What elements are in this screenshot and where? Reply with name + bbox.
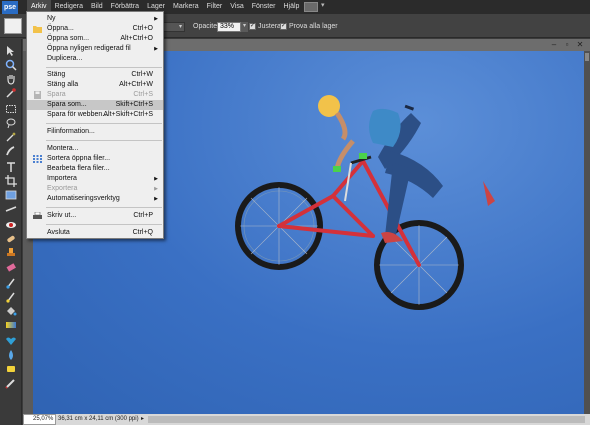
menu-separator xyxy=(46,123,162,124)
status-bar: 25,07% 36,31 cm x 24,11 cm (300 ppi) ▸ xyxy=(23,414,590,425)
menu-item-spara-som[interactable]: Spara som... Skift+Ctrl+S xyxy=(27,100,163,110)
file-menu-dropdown: Ny ▶ Öppna... Ctrl+O Öppna som... Alt+Ct… xyxy=(26,11,164,239)
menu-markera[interactable]: Markera xyxy=(169,0,203,14)
tool-preset-picker[interactable] xyxy=(4,18,22,34)
opacity-dropdown-arrow[interactable]: ▾ xyxy=(241,22,248,32)
menu-hjalp[interactable]: Hjälp xyxy=(279,0,303,14)
submenu-arrow-icon: ▶ xyxy=(154,16,158,22)
eraser-tool-icon[interactable] xyxy=(4,260,18,273)
menu-item-bearbeta[interactable]: Bearbeta flera filer... xyxy=(27,164,163,174)
horizontal-scrollbar[interactable] xyxy=(148,416,585,423)
document-info: 36,31 cm x 24,11 cm (300 ppi) xyxy=(58,416,139,422)
menu-item-avsluta[interactable]: Avsluta Ctrl+Q xyxy=(27,228,163,238)
menu-item-skriv-ut[interactable]: Skriv ut... Ctrl+P xyxy=(27,211,163,221)
zoom-tool-icon[interactable] xyxy=(4,58,18,71)
submenu-arrow-icon: ▶ xyxy=(154,186,158,192)
menu-separator xyxy=(46,224,162,225)
marquee-tool-icon[interactable] xyxy=(4,102,18,115)
menu-item-ny[interactable]: Ny ▶ xyxy=(27,14,163,24)
sample-all-layers-label: Prova alla lager xyxy=(289,23,338,30)
sponge-tool-icon[interactable] xyxy=(4,362,18,375)
close-icon[interactable]: ✕ xyxy=(575,40,585,50)
menu-filter[interactable]: Filter xyxy=(203,0,227,14)
red-eye-tool-icon[interactable] xyxy=(4,218,18,231)
justera-label: Justera xyxy=(258,23,281,30)
menu-item-spara-for-webben[interactable]: Spara för webben... Alt+Skift+Ctrl+S xyxy=(27,110,163,120)
magic-wand-tool-icon[interactable] xyxy=(4,130,18,143)
printer-icon xyxy=(33,212,42,219)
status-menu-arrow[interactable]: ▸ xyxy=(141,414,144,425)
pencil-tool-icon[interactable] xyxy=(4,376,18,389)
mode-select[interactable]: ▾ xyxy=(163,22,185,32)
menu-item-spara[interactable]: Spara Ctrl+S xyxy=(27,90,163,100)
straighten-tool-icon[interactable] xyxy=(4,202,18,215)
brush-tool-icon[interactable] xyxy=(4,276,18,289)
crop-tool-icon[interactable] xyxy=(4,174,18,187)
menu-item-stang-alla[interactable]: Stäng alla Alt+Ctrl+W xyxy=(27,80,163,90)
minimize-icon[interactable]: – xyxy=(549,40,559,50)
menu-separator xyxy=(46,67,162,68)
menu-item-exportera[interactable]: Exportera ▶ xyxy=(27,184,163,194)
app-logo: pse xyxy=(2,1,18,14)
grid-icon xyxy=(33,155,42,163)
submenu-arrow-icon: ▶ xyxy=(154,196,158,202)
checkmark-icon: ✓ xyxy=(280,23,287,30)
justera-checkbox[interactable]: ✓ Justera xyxy=(249,23,281,30)
spot-healing-tool-icon[interactable] xyxy=(4,232,18,245)
toolbox xyxy=(0,39,22,425)
menu-separator xyxy=(46,140,162,141)
menu-item-importera[interactable]: Importera ▶ xyxy=(27,174,163,184)
menu-visa[interactable]: Visa xyxy=(226,0,248,14)
menu-item-oppna-som[interactable]: Öppna som... Alt+Ctrl+O xyxy=(27,34,163,44)
lasso-tool-icon[interactable] xyxy=(4,116,18,129)
menu-item-sortera[interactable]: Sortera öppna filer... xyxy=(27,154,163,164)
scroll-thumb[interactable] xyxy=(585,53,589,61)
save-icon xyxy=(34,91,41,99)
menu-item-montera[interactable]: Montera... xyxy=(27,144,163,154)
submenu-arrow-icon: ▶ xyxy=(154,176,158,182)
quick-selection-tool-icon[interactable] xyxy=(4,144,18,157)
submenu-arrow-icon: ▶ xyxy=(154,46,158,52)
menu-item-oppna[interactable]: Öppna... Ctrl+O xyxy=(27,24,163,34)
menu-item-oppna-nyligen[interactable]: Öppna nyligen redigerad fil ▶ xyxy=(27,44,163,54)
sample-all-layers-checkbox[interactable]: ✓ Prova alla lager xyxy=(280,23,338,30)
smart-brush-tool-icon[interactable] xyxy=(4,290,18,303)
menu-fonster[interactable]: Fönster xyxy=(248,0,280,14)
blur-tool-icon[interactable] xyxy=(4,348,18,361)
hand-tool-icon[interactable] xyxy=(4,72,18,85)
move-tool-icon[interactable] xyxy=(4,44,18,57)
menu-item-filinformation[interactable]: Filinformation... xyxy=(27,127,163,137)
folder-icon xyxy=(33,26,42,33)
menu-item-stang[interactable]: Stäng Ctrl+W xyxy=(27,70,163,80)
menu-separator xyxy=(46,207,162,208)
restore-icon[interactable]: ▫ xyxy=(562,40,572,50)
vertical-scrollbar[interactable] xyxy=(584,51,590,414)
checkmark-icon: ✓ xyxy=(249,23,256,30)
menu-item-automatiseringsverktyg[interactable]: Automatiseringsverktyg ▶ xyxy=(27,194,163,204)
paint-bucket-tool-icon[interactable] xyxy=(4,304,18,317)
menu-item-duplicera[interactable]: Duplicera... xyxy=(27,54,163,64)
layout-button[interactable] xyxy=(304,1,325,12)
clone-stamp-tool-icon[interactable] xyxy=(4,246,18,259)
type-tool-icon[interactable] xyxy=(4,160,18,173)
recompose-tool-icon[interactable] xyxy=(4,188,18,201)
shape-tool-icon[interactable] xyxy=(4,334,18,347)
eyedropper-tool-icon[interactable] xyxy=(4,86,18,99)
opacity-input[interactable]: 33% xyxy=(217,22,241,32)
zoom-level[interactable]: 25,07% xyxy=(23,414,56,425)
gradient-tool-icon[interactable] xyxy=(4,318,18,331)
